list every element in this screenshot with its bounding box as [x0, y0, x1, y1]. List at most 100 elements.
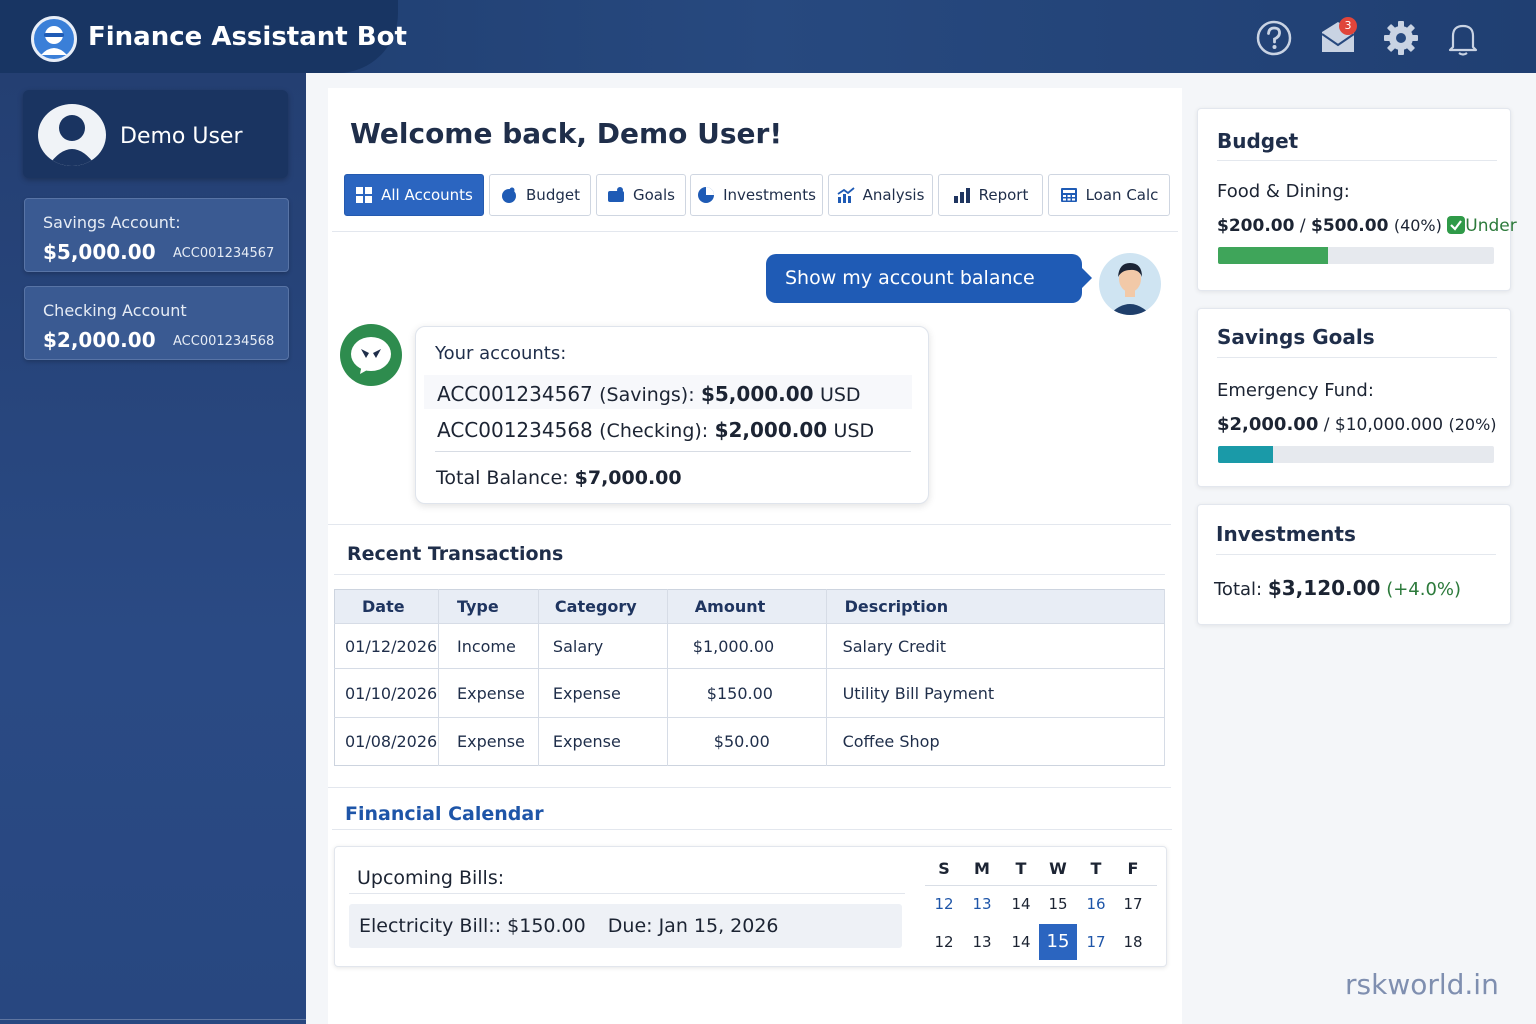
column-header-date[interactable]: Date — [334, 589, 439, 624]
calendar-day[interactable]: 16 — [1077, 886, 1115, 922]
calendar-title: Financial Calendar — [345, 803, 544, 825]
page-title: Welcome back, Demo User! — [350, 117, 783, 150]
sidebar-account-checking[interactable]: Checking Account $2,000.00 ACC001234568 — [24, 286, 289, 360]
bot-message-tail — [404, 346, 415, 364]
savings-goals-divider — [1217, 357, 1497, 358]
calendar-day[interactable]: 12 — [925, 886, 963, 922]
piggy-bank-icon — [500, 186, 518, 204]
bill-item[interactable]: Electricity Bill:: $150.00 Due: Jan 15, … — [349, 904, 902, 948]
cell-date: 01/12/2026 — [334, 623, 439, 669]
savings-goals-panel: Savings Goals Emergency Fund: $2,000.00 … — [1197, 308, 1511, 487]
bill-due-date: Due: Jan 15, 2026 — [607, 915, 779, 937]
watermark: rskworld.in — [1345, 968, 1499, 1001]
tab-label: Analysis — [862, 186, 925, 204]
brand: Finance Assistant Bot — [0, 0, 407, 73]
calendar-day[interactable]: 15 — [1039, 886, 1077, 922]
cell-amount: $50.00 — [667, 717, 827, 766]
cell-type: Income — [438, 623, 539, 669]
budget-category: Food & Dining: — [1217, 181, 1350, 202]
column-header-category[interactable]: Category — [538, 589, 668, 624]
column-header-description[interactable]: Description — [826, 589, 1166, 624]
investments-divider — [1216, 554, 1496, 555]
user-profile-card[interactable]: Demo User — [23, 90, 288, 178]
user-message-tail — [1080, 266, 1092, 290]
investments-total-label: Total: — [1214, 579, 1263, 600]
goal-target: $10,000.000 — [1334, 415, 1444, 435]
tab-report[interactable]: Report — [938, 174, 1043, 216]
account-number: ACC001234567 — [173, 246, 275, 261]
table-header-row: Date Type Category Amount Description — [334, 589, 1166, 624]
table-row[interactable]: 01/08/2026 Expense Expense $50.00 Coffee… — [334, 717, 1166, 766]
cell-type: Expense — [438, 668, 539, 718]
unread-badge: 3 — [1339, 17, 1357, 35]
section-divider — [328, 787, 1171, 788]
tab-label: Loan Calc — [1085, 186, 1159, 204]
weekday-label: T — [1090, 859, 1102, 878]
bot-heading: Your accounts: — [435, 343, 567, 364]
gear-icon[interactable] — [1381, 18, 1421, 58]
bills-divider — [349, 893, 905, 894]
investments-total-value: $3,120.00 — [1267, 576, 1381, 600]
cell-amount: $1,000.00 — [667, 623, 827, 669]
cell-date: 01/10/2026 — [334, 668, 439, 718]
sidebar-account-savings[interactable]: Savings Account: $5,000.00 ACC001234567 — [24, 198, 289, 272]
tab-investments[interactable]: Investments — [690, 174, 823, 216]
calendar-day-selected[interactable]: 15 — [1039, 924, 1077, 960]
investments-total: Total: $3,120.00 (+4.0%) — [1214, 576, 1461, 600]
calendar-day[interactable]: 18 — [1114, 924, 1152, 960]
tab-label: Goals — [633, 186, 675, 204]
calendar-day[interactable]: 14 — [1002, 886, 1040, 922]
budget-status: Under — [1465, 216, 1517, 236]
calendar-day[interactable]: 17 — [1077, 924, 1115, 960]
total-balance: Total Balance: $7,000.00 — [436, 467, 682, 489]
cell-description: Coffee Shop — [826, 717, 1166, 766]
help-icon[interactable] — [1254, 18, 1294, 58]
top-bar: Finance Assistant Bot 3 — [0, 0, 1536, 73]
bell-icon[interactable] — [1443, 18, 1483, 58]
account-kind: (Checking): — [599, 420, 709, 442]
cell-category: Salary — [538, 623, 668, 669]
calendar-day[interactable]: 17 — [1114, 886, 1152, 922]
calendar-day[interactable]: 12 — [925, 924, 963, 960]
avatar — [38, 104, 106, 166]
column-header-amount[interactable]: Amount — [667, 589, 827, 624]
user-name: Demo User — [120, 124, 243, 149]
sidebar-divider — [0, 1019, 306, 1020]
analytics-icon — [837, 186, 855, 204]
transactions-title: Recent Transactions — [347, 543, 564, 565]
user-avatar — [1099, 253, 1161, 315]
tab-all-accounts[interactable]: All Accounts — [344, 174, 484, 216]
cell-description: Utility Bill Payment — [826, 668, 1166, 718]
table-row[interactable]: 01/10/2026 Expense Expense $150.00 Utili… — [334, 668, 1166, 718]
pie-chart-icon — [697, 186, 715, 204]
investments-change: (+4.0%) — [1386, 579, 1462, 600]
bot-account-row: ACC001234568 (Checking): $2,000.00 USD — [424, 411, 912, 445]
account-number: ACC001234567 — [437, 382, 593, 406]
cell-amount: $150.00 — [667, 668, 827, 718]
weekday-label: F — [1127, 859, 1139, 878]
table-row[interactable]: 01/12/2026 Income Salary $1,000.00 Salar… — [334, 623, 1166, 669]
tab-loan-calc[interactable]: Loan Calc — [1048, 174, 1170, 216]
account-currency: USD — [819, 384, 861, 406]
account-amount: $2,000.00 — [714, 418, 828, 442]
tab-budget[interactable]: Budget — [489, 174, 591, 216]
bar-chart-icon — [953, 186, 971, 204]
investments-panel: Investments Total: $3,120.00 (+4.0%) — [1197, 504, 1511, 625]
column-header-type[interactable]: Type — [438, 589, 539, 624]
tab-analysis[interactable]: Analysis — [828, 174, 933, 216]
calendar-day[interactable]: 13 — [963, 886, 1001, 922]
tab-goals[interactable]: Goals — [596, 174, 686, 216]
app-title: Finance Assistant Bot — [88, 22, 407, 52]
bot-avatar-icon — [340, 324, 402, 386]
budget-title: Budget — [1217, 129, 1299, 153]
goal-progress-bar — [1218, 446, 1494, 463]
bill-amount: $150.00 — [507, 915, 586, 937]
bot-message: Your accounts: ACC001234567 (Savings): $… — [415, 326, 929, 504]
goal-saved: $2,000.00 — [1217, 414, 1319, 435]
upcoming-bills-title: Upcoming Bills: — [357, 867, 505, 889]
budget-spent: $200.00 — [1217, 216, 1295, 236]
calendar-day[interactable]: 13 — [963, 924, 1001, 960]
calendar-day[interactable]: 14 — [1002, 924, 1040, 960]
transactions-title-divider — [334, 574, 1165, 575]
account-currency: USD — [833, 420, 875, 442]
